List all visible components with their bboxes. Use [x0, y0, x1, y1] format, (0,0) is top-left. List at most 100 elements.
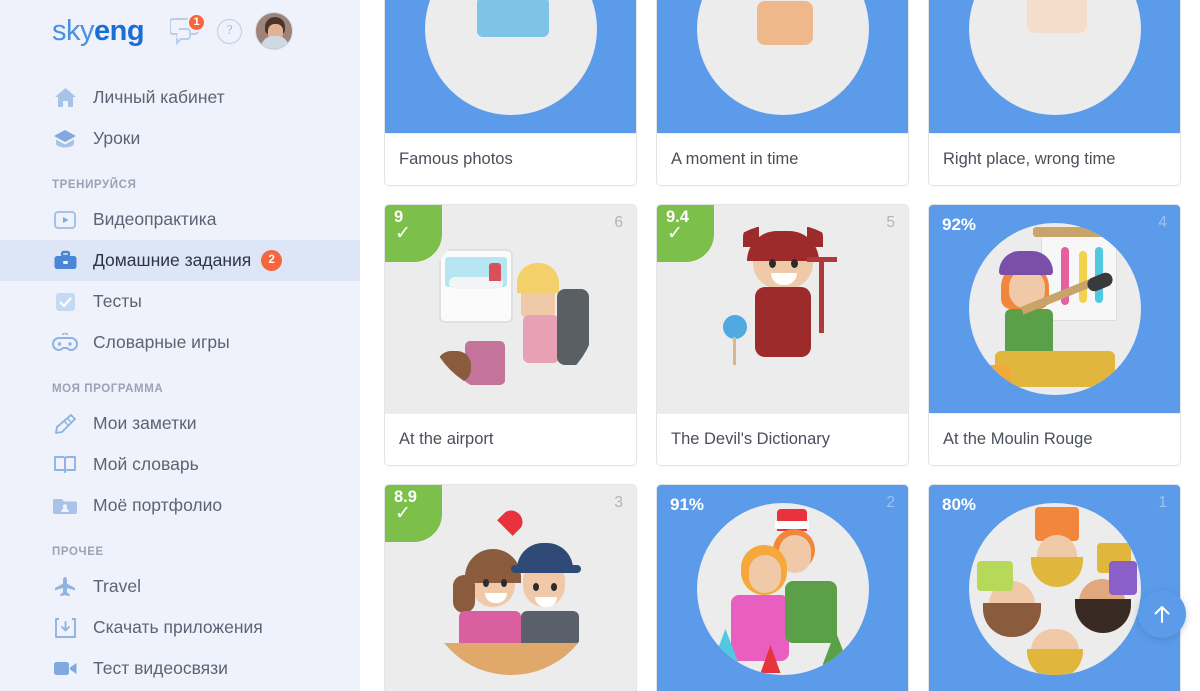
sidebar-item-my-dictionary[interactable]: Мой словарь: [0, 444, 360, 485]
percent-badge: 80%: [942, 495, 977, 514]
sidebar-item-label: Мой словарь: [93, 454, 199, 474]
sidebar-nav: Личный кабинет Уроки ТРЕНИРУЙСЯ Видеопра…: [0, 62, 360, 689]
user-avatar[interactable]: [255, 12, 294, 50]
homework-card[interactable]: 80% 1: [928, 484, 1181, 691]
card-title: Right place, wrong time: [929, 133, 1180, 185]
card-index: 1: [1158, 494, 1167, 511]
gamepad-icon: [52, 332, 78, 354]
homework-card[interactable]: 9 ✓ 6 At the airport: [384, 204, 637, 466]
homework-card-grid: Famous photos A moment in time Right pla…: [384, 0, 1188, 691]
card-image: 8.9 ✓ 3: [385, 485, 636, 691]
sidebar-item-my-notes[interactable]: Мои заметки: [0, 403, 360, 444]
card-illustration: [424, 0, 597, 115]
book-icon: [52, 454, 78, 476]
sidebar-item-video-practice[interactable]: Видеопрактика: [0, 199, 360, 240]
chat-icon[interactable]: 1: [169, 13, 207, 46]
card-illustration: [424, 503, 597, 675]
sidebar-item-tests[interactable]: Тесты: [0, 281, 360, 322]
card-title: At the airport: [385, 413, 636, 465]
sidebar-item-vocabulary-games[interactable]: Словарные игры: [0, 322, 360, 363]
avatar-face: [268, 24, 284, 41]
sidebar-item-label: Тесты: [93, 291, 142, 311]
nav-group-title-other: ПРОЧЕЕ: [52, 546, 104, 558]
card-illustration: [968, 0, 1141, 115]
homework-card[interactable]: Famous photos: [384, 0, 637, 186]
download-icon: [52, 617, 78, 639]
card-image: [657, 0, 908, 133]
sidebar-item-label: Travel: [93, 576, 141, 596]
check-icon: ✓: [395, 223, 411, 245]
home-icon: [52, 87, 78, 109]
sidebar-item-lessons[interactable]: Уроки: [0, 118, 360, 159]
score-badge: 9.4 ✓: [657, 205, 714, 262]
nav-group-title-train: ТРЕНИРУЙСЯ: [52, 179, 137, 191]
arrow-up-icon: [1154, 606, 1170, 623]
sidebar-item-my-portfolio[interactable]: Моё портфолио: [0, 485, 360, 526]
portfolio-icon: [52, 495, 78, 517]
chat-unread-badge: 1: [187, 13, 207, 32]
card-index: 2: [886, 494, 895, 511]
help-glyph: ?: [226, 23, 233, 38]
briefcase-icon: [52, 250, 78, 272]
sidebar-item-label: Мои заметки: [93, 413, 197, 433]
card-image: 9.4 ✓ 5: [657, 205, 908, 413]
sidebar-item-label: Тест видеосвязи: [93, 658, 228, 678]
card-illustration: [424, 223, 597, 395]
card-image: 91% 2: [657, 485, 908, 691]
card-title: At the Moulin Rouge: [929, 413, 1180, 465]
card-title: Famous photos: [385, 133, 636, 185]
card-index: 3: [614, 494, 623, 511]
check-icon: ✓: [395, 503, 411, 525]
card-image: 80% 1: [929, 485, 1180, 691]
sidebar-item-personal-account[interactable]: Личный кабинет: [0, 77, 360, 118]
card-image: 92% 4: [929, 205, 1180, 413]
scroll-to-top-button[interactable]: [1138, 590, 1186, 638]
sidebar: skyeng 1 ? Личный кабинет Уроки ТРЕНИРУЙ…: [0, 0, 360, 691]
homework-card[interactable]: A moment in time: [656, 0, 909, 186]
card-image: 9 ✓ 6: [385, 205, 636, 413]
card-illustration: [696, 503, 869, 675]
skyeng-logo[interactable]: skyeng: [52, 14, 145, 47]
check-icon: ✓: [667, 223, 683, 245]
pencil-icon: [52, 413, 78, 435]
video-play-icon: [52, 209, 78, 231]
sidebar-item-label: Моё портфолио: [93, 495, 223, 515]
card-image: [929, 0, 1180, 133]
checkbox-icon: [52, 291, 78, 313]
card-index: 5: [886, 214, 895, 231]
homework-card[interactable]: 92% 4 At the Moulin Rouge: [928, 204, 1181, 466]
score-badge: 8.9 ✓: [385, 485, 442, 542]
lessons-icon: [52, 128, 78, 150]
homework-card[interactable]: 91% 2 Wh: [656, 484, 909, 691]
header-icon-group: 1 ?: [169, 12, 294, 50]
card-illustration: [968, 223, 1141, 395]
homework-count-badge: 2: [261, 250, 283, 271]
sidebar-item-download-apps[interactable]: Скачать приложения: [0, 607, 360, 648]
card-illustration: [696, 223, 869, 395]
help-icon[interactable]: ?: [217, 18, 243, 44]
homework-card[interactable]: 8.9 ✓ 3: [384, 484, 637, 691]
card-index: 4: [1158, 214, 1167, 231]
score-badge: 9 ✓: [385, 205, 442, 262]
sidebar-item-video-test[interactable]: Тест видеосвязи: [0, 648, 360, 689]
sidebar-header: skyeng 1 ?: [0, 0, 360, 62]
sidebar-item-homework[interactable]: Домашние задания 2: [0, 240, 360, 281]
sidebar-item-label: Личный кабинет: [93, 87, 225, 107]
videocamera-icon: [52, 658, 78, 680]
app-root: skyeng 1 ? Личный кабинет Уроки ТРЕНИРУЙ…: [0, 0, 1200, 691]
card-index: 6: [614, 214, 623, 231]
card-illustration: [696, 0, 869, 115]
sidebar-item-label: Скачать приложения: [93, 617, 263, 637]
logo-part-eng: eng: [94, 14, 145, 47]
sidebar-item-label: Видеопрактика: [93, 209, 217, 229]
card-image: [385, 0, 636, 133]
main-content: Famous photos A moment in time Right pla…: [360, 0, 1200, 691]
nav-group-title-program: МОЯ ПРОГРАММА: [52, 383, 164, 395]
homework-card[interactable]: Right place, wrong time: [928, 0, 1181, 186]
heart-icon: [496, 506, 527, 536]
homework-card[interactable]: 9.4 ✓ 5 The Devil's Dictionary: [656, 204, 909, 466]
card-title: A moment in time: [657, 133, 908, 185]
card-illustration: [968, 503, 1141, 675]
card-title: The Devil's Dictionary: [657, 413, 908, 465]
sidebar-item-travel[interactable]: Travel: [0, 566, 360, 607]
